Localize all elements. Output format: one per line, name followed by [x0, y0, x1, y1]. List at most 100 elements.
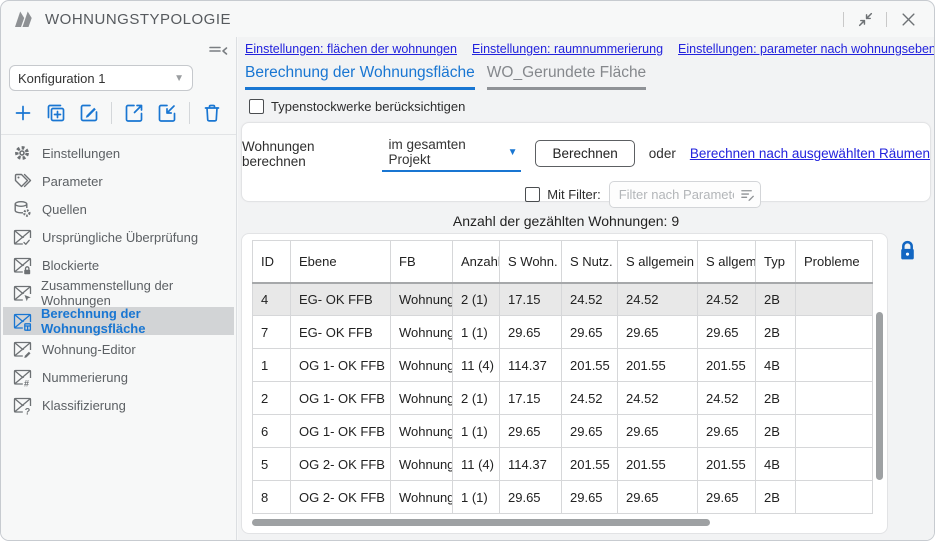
calc-scope-select[interactable]: im gesamten Projekt ▼: [382, 135, 521, 172]
close-window-icon[interactable]: [896, 7, 920, 31]
delete-icon[interactable]: [199, 100, 225, 126]
sidebar-nav: Einstellungen Parameter Quellen Ursprünglic…: [1, 139, 236, 419]
checkbox-box: [525, 187, 540, 202]
lock-icon[interactable]: [898, 240, 917, 262]
column-header[interactable]: S Nutz.: [562, 241, 618, 283]
calculate-button[interactable]: Berechnen: [535, 140, 634, 167]
table-cell: 29.65: [618, 481, 698, 514]
table-cell: 24.52: [562, 283, 618, 316]
restore-window-icon[interactable]: [853, 7, 877, 31]
title-bar: WOHNUNGSTYPOLOGIE: [1, 1, 934, 37]
sidebar-item-label: Berechnung der Wohnungsfläche: [41, 306, 234, 336]
settings-links-row: Einstellungen: flächen der wohnungen Eins…: [245, 42, 935, 56]
table-cell: 24.52: [618, 283, 698, 316]
table-row[interactable]: 2OG 1- OK FFBWohnung2 (1)17.1524.5224.52…: [253, 382, 873, 415]
settings-link-2[interactable]: Einstellungen: parameter nach wohnungseb…: [678, 42, 935, 56]
collapse-sidebar-icon[interactable]: [208, 43, 228, 59]
table-cell: 17.15: [500, 382, 562, 415]
plan-pencil-icon: [13, 340, 33, 358]
with-filter-checkbox[interactable]: Mit Filter:: [525, 187, 600, 202]
settings-link-1[interactable]: Einstellungen: raumnummerierung: [472, 42, 663, 56]
with-filter-label: Mit Filter:: [547, 187, 600, 202]
table-cell: 11 (4): [453, 349, 500, 382]
table-cell: 1: [253, 349, 291, 382]
type-floors-checkbox[interactable]: Typenstockwerke berücksichtigen: [249, 99, 465, 114]
sidebar-item-plan-pencil[interactable]: Wohnung-Editor: [3, 335, 234, 363]
column-header[interactable]: FB: [391, 241, 453, 283]
apartments-table: IDEbeneFBAnzahlS Wohn.S Nutz.S allgemein…: [252, 240, 873, 514]
table-cell: [796, 349, 873, 382]
settings-link-0[interactable]: Einstellungen: flächen der wohnungen: [245, 42, 457, 56]
sidebar-item-plan-calc[interactable]: Berechnung der Wohnungsfläche: [3, 307, 234, 335]
table-cell: 4B: [756, 448, 796, 481]
table-row[interactable]: 4EG- OK FFBWohnung2 (1)17.1524.5224.5224…: [253, 283, 873, 316]
table-row[interactable]: 7EG- OK FFBWohnung1 (1)29.6529.6529.6529…: [253, 316, 873, 349]
type-floors-checkbox-label: Typenstockwerke berücksichtigen: [271, 99, 465, 114]
column-header[interactable]: Typ: [756, 241, 796, 283]
table-cell: 8: [253, 481, 291, 514]
filter-parameters-input[interactable]: [609, 181, 761, 208]
calc-scope-value: im gesamten Projekt: [388, 137, 497, 167]
table-row[interactable]: 5OG 2- OK FFBWohnung11 (4)114.37201.5520…: [253, 448, 873, 481]
sidebar-item-plan-lock[interactable]: Blockierte: [3, 251, 234, 279]
table-cell: 11 (4): [453, 448, 500, 481]
table-cell: 6: [253, 415, 291, 448]
sidebar-item-plan-hash[interactable]: #Nummerierung: [3, 363, 234, 391]
sidebar-item-database[interactable]: Quellen: [3, 195, 234, 223]
or-label: oder: [649, 146, 676, 161]
plan-hash-icon: #: [13, 368, 33, 386]
table-row[interactable]: 6OG 1- OK FFBWohnung1 (1)29.6529.6529.65…: [253, 415, 873, 448]
table-cell: [796, 283, 873, 316]
column-header[interactable]: S allgemein: [618, 241, 698, 283]
table-cell: 29.65: [500, 481, 562, 514]
table-row[interactable]: 8OG 2- OK FFBWohnung1 (1)29.6529.6529.65…: [253, 481, 873, 514]
add-icon[interactable]: [10, 100, 36, 126]
table-cell: 2B: [756, 283, 796, 316]
app-logo-icon: [14, 10, 36, 28]
table-cell: Wohnung: [391, 283, 453, 316]
table-cell: OG 2- OK FFB: [291, 481, 391, 514]
configuration-select-value: Konfiguration 1: [18, 71, 105, 86]
column-header[interactable]: S allgemein: [698, 241, 756, 283]
export-icon[interactable]: [121, 100, 147, 126]
calculation-panel: Wohnungen berechnen im gesamten Projekt …: [241, 122, 931, 202]
column-header[interactable]: Anzahl: [453, 241, 500, 283]
apartments-table-panel: IDEbeneFBAnzahlS Wohn.S Nutz.S allgemein…: [241, 233, 888, 534]
column-header[interactable]: ID: [253, 241, 291, 283]
tab-0[interactable]: Berechnung der Wohnungsfläche: [245, 64, 475, 90]
database-icon: [13, 200, 33, 218]
tab-1[interactable]: WO_Gerundete Fläche: [487, 64, 646, 90]
table-cell: [796, 448, 873, 481]
sidebar-item-gear[interactable]: Einstellungen: [3, 139, 234, 167]
column-header[interactable]: Ebene: [291, 241, 391, 283]
edit-icon[interactable]: [76, 100, 102, 126]
table-cell: 2: [253, 382, 291, 415]
sidebar-item-plan-check[interactable]: Ursprüngliche Überprüfung: [3, 223, 234, 251]
table-cell: OG 1- OK FFB: [291, 415, 391, 448]
sidebar-item-plan-question[interactable]: ?Klassifizierung: [3, 391, 234, 419]
horizontal-scrollbar[interactable]: [252, 519, 710, 526]
column-header[interactable]: S Wohn.: [500, 241, 562, 283]
configuration-toolbar: [1, 91, 236, 135]
table-cell: 201.55: [618, 349, 698, 382]
table-cell: 1 (1): [453, 316, 500, 349]
sidebar: Konfiguration 1 ▼ Einstellungen Parameter…: [1, 37, 237, 540]
table-cell: 5: [253, 448, 291, 481]
import-icon[interactable]: [154, 100, 180, 126]
table-cell: 4: [253, 283, 291, 316]
column-header[interactable]: Probleme: [796, 241, 873, 283]
sidebar-item-plan-cursor[interactable]: Zusammenstellung der Wohnungen: [3, 279, 234, 307]
sidebar-item-label: Parameter: [42, 174, 103, 189]
sidebar-item-tags[interactable]: Parameter: [3, 167, 234, 195]
app-title: WOHNUNGSTYPOLOGIE: [45, 11, 231, 28]
svg-text:#: #: [24, 378, 29, 387]
vertical-scrollbar[interactable]: [876, 312, 883, 480]
calculate-by-rooms-link[interactable]: Berechnen nach ausgewählten Räumen: [690, 146, 930, 161]
table-cell: 201.55: [698, 349, 756, 382]
table-row[interactable]: 1OG 1- OK FFBWohnung11 (4)114.37201.5520…: [253, 349, 873, 382]
configuration-select[interactable]: Konfiguration 1 ▼: [9, 65, 193, 91]
apartment-count-text: Anzahl der gezählten Wohnungen: 9: [238, 213, 894, 229]
duplicate-icon[interactable]: [43, 100, 69, 126]
sidebar-item-label: Einstellungen: [42, 146, 120, 161]
sidebar-item-label: Quellen: [42, 202, 87, 217]
